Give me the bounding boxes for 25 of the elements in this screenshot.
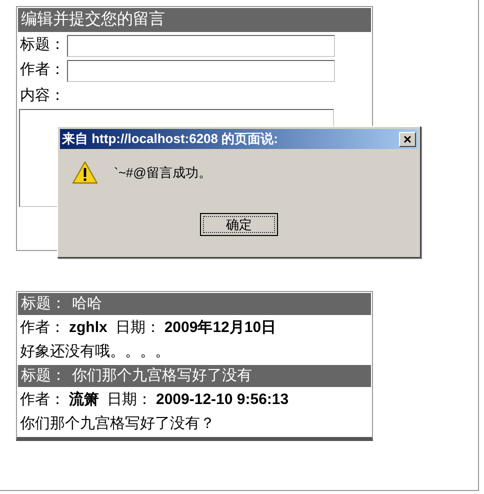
date-label: 日期： [115, 318, 160, 338]
message-date: 2009-12-10 9:56:13 [156, 390, 289, 410]
ok-button[interactable]: 确定 [200, 213, 278, 236]
warning-icon [72, 161, 98, 185]
author-name: 流箫 [69, 390, 99, 410]
form-title: 编辑并提交您的留言 [18, 8, 371, 32]
field-label: 标题： [20, 35, 66, 56]
close-button[interactable]: × [399, 132, 416, 146]
message-title: 你们那个九宫格写好了没有 [72, 366, 252, 386]
title-label: 标题： [21, 366, 66, 386]
title-label: 标题： [21, 294, 66, 314]
dialog-title: 来自 http://localhost:6208 的页面说: [62, 130, 278, 148]
author-name: zghlx [69, 318, 108, 338]
date-label: 日期： [107, 390, 152, 410]
field-label: 内容： [19, 86, 66, 106]
message-title: 哈哈 [72, 294, 102, 314]
author-label: 作者： [20, 318, 65, 338]
input-field[interactable] [67, 60, 335, 82]
message-body: 好象还没有哦。。。。 [19, 342, 171, 362]
message-body: 你们那个九宫格写好了没有？ [19, 414, 216, 434]
input-field[interactable] [67, 34, 335, 56]
dialog-message: `~#@留言成功。 [114, 164, 212, 182]
author-label: 作者： [20, 390, 65, 410]
field-label: 作者： [20, 60, 66, 80]
message-date: 2009年12月10日 [164, 318, 276, 338]
